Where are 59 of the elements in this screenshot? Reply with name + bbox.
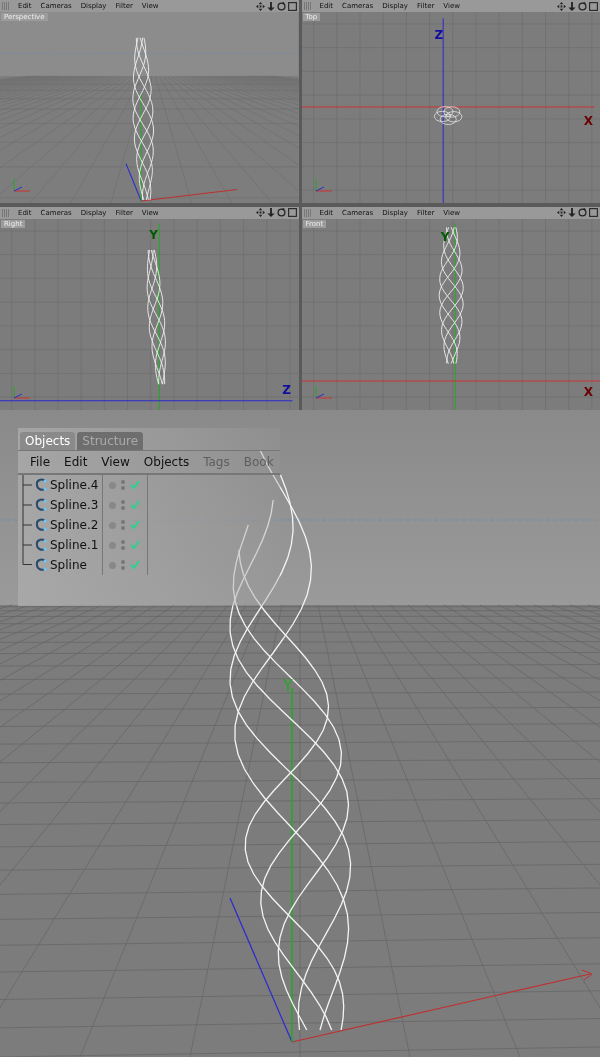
status-dot-icon[interactable] (109, 561, 116, 569)
check-icon[interactable] (130, 480, 140, 490)
spline-icon (34, 498, 48, 512)
move-icon[interactable] (557, 1, 566, 11)
grip-icon (303, 208, 312, 217)
object-name[interactable]: Spline.3 (50, 498, 99, 512)
rotate-icon[interactable] (276, 1, 286, 11)
tree-line-icon (22, 495, 32, 515)
tree-line-icon (22, 515, 32, 535)
down-arrow-icon[interactable] (568, 208, 576, 217)
menu-item[interactable]: File (30, 455, 51, 469)
status-dot-icon[interactable] (109, 541, 116, 549)
axis-label: Y (283, 676, 293, 695)
move-icon[interactable] (255, 1, 265, 11)
object-name[interactable]: Spline.2 (50, 518, 99, 532)
status-dot-icon[interactable] (109, 521, 116, 529)
visibility-dots-icon[interactable] (121, 540, 125, 550)
grip-icon (303, 2, 312, 10)
menu-item[interactable]: Edit (64, 455, 88, 469)
menu-item[interactable]: View (101, 455, 130, 469)
visibility-dots-icon[interactable] (121, 560, 125, 570)
check-icon[interactable] (130, 520, 140, 530)
axis-label: Z (434, 28, 444, 41)
axis-label: Z (282, 383, 292, 396)
down-arrow-icon[interactable] (568, 1, 576, 11)
object-name[interactable]: Spline.1 (50, 538, 99, 552)
axis-label: X (583, 385, 594, 398)
down-arrow-icon[interactable] (266, 1, 275, 11)
maximize-icon[interactable] (589, 1, 598, 11)
visibility-dots-icon[interactable] (121, 500, 125, 510)
tree-line-icon (22, 475, 32, 495)
grip-icon (2, 208, 10, 217)
rotate-icon[interactable] (276, 208, 286, 217)
spline-icon (34, 538, 48, 552)
object-name[interactable]: Spline (50, 558, 87, 572)
grip-icon (2, 2, 10, 10)
visibility-dots-icon[interactable] (121, 480, 125, 490)
check-icon[interactable] (130, 560, 140, 570)
move-icon[interactable] (255, 208, 265, 217)
down-arrow-icon[interactable] (266, 208, 275, 217)
visibility-dots-icon[interactable] (121, 520, 125, 530)
object-name[interactable]: Spline.4 (50, 478, 99, 492)
status-dot-icon[interactable] (109, 501, 116, 509)
rotate-icon[interactable] (578, 1, 587, 11)
menu-item[interactable]: Objects (143, 455, 190, 469)
check-icon[interactable] (130, 540, 140, 550)
axis-label: Y (149, 228, 158, 241)
spline-icon (34, 558, 48, 572)
maximize-icon[interactable] (287, 1, 297, 11)
rotate-icon[interactable] (578, 208, 587, 217)
maximize-icon[interactable] (287, 208, 297, 217)
move-icon[interactable] (557, 208, 566, 217)
panel-tab[interactable]: Objects (20, 432, 76, 450)
spline-icon (34, 518, 48, 532)
status-dot-icon[interactable] (109, 481, 116, 489)
axis-label: X (583, 115, 594, 128)
spline-icon (34, 478, 48, 492)
maximize-icon[interactable] (589, 208, 598, 217)
check-icon[interactable] (130, 500, 140, 510)
